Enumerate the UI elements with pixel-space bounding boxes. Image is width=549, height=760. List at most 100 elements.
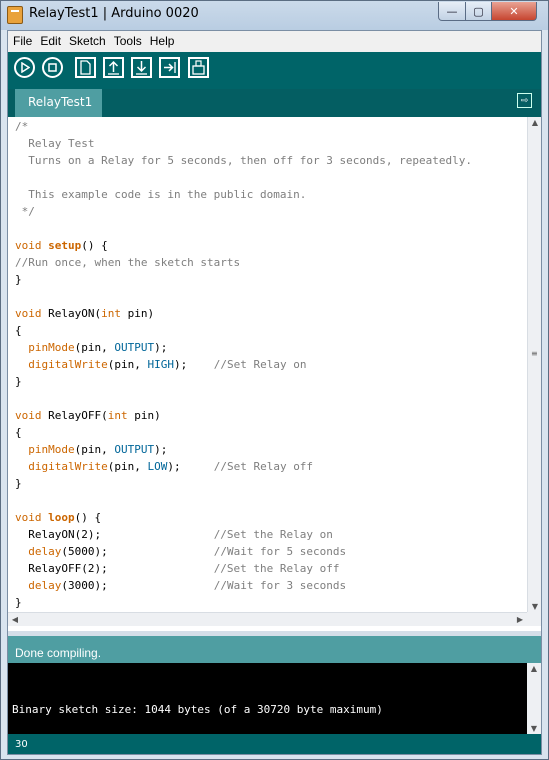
code-line[interactable]: delay(5000); //Wait for 5 seconds [15, 543, 527, 560]
menu-file[interactable]: File [9, 31, 36, 48]
code-token: () { [74, 511, 102, 524]
code-line[interactable]: void RelayOFF(int pin) [15, 407, 527, 424]
code-line[interactable]: pinMode(pin, OUTPUT); [15, 441, 527, 458]
code-line[interactable]: RelayOFF(2); //Set the Relay off [15, 560, 527, 577]
upload-button[interactable] [159, 57, 180, 78]
verify-icon [21, 62, 30, 73]
new-button[interactable] [75, 57, 96, 78]
code-line[interactable]: void loop() { [15, 509, 527, 526]
code-token: void [15, 239, 42, 252]
code-token: RelayOFF( [41, 409, 108, 422]
code-line[interactable]: RelayON(2); //Set the Relay on [15, 526, 527, 543]
code-line[interactable]: */ [15, 203, 527, 220]
code-line[interactable]: void setup() { [15, 237, 527, 254]
code-token: delay [28, 545, 62, 558]
maximize-button[interactable]: ▢ [465, 2, 492, 21]
title-bar[interactable]: RelayTest1 | Arduino 0020 — ▢ ✕ [1, 1, 548, 30]
code-line[interactable]: Turns on a Relay for 5 seconds, then off… [15, 152, 527, 169]
code-token: loop [48, 511, 75, 524]
serial-monitor-icon [192, 60, 205, 75]
code-token: () { [81, 239, 108, 252]
code-token: //Set Relay on [213, 358, 307, 371]
console-scroll-up-icon[interactable]: ▲ [527, 664, 541, 673]
code-line[interactable]: Relay Test [15, 135, 527, 152]
code-text[interactable]: /* Relay Test Turns on a Relay for 5 sec… [8, 117, 527, 611]
code-editor[interactable]: /* Relay Test Turns on a Relay for 5 sec… [8, 117, 527, 612]
code-line[interactable]: /* [15, 118, 527, 135]
code-token: */ [15, 205, 35, 218]
code-line[interactable] [15, 169, 527, 186]
code-line[interactable]: } [15, 594, 527, 611]
code-token: pinMode [28, 341, 75, 354]
stop-button[interactable] [42, 57, 63, 78]
code-line[interactable]: void RelayON(int pin) [15, 305, 527, 322]
verify-button[interactable] [14, 57, 35, 78]
code-token: (pin, [74, 341, 115, 354]
code-token: This example code is in the public domai… [15, 188, 307, 201]
code-line[interactable]: //Run once, when the sketch starts [15, 254, 527, 271]
code-token: int [107, 409, 128, 422]
code-token: (pin, [107, 358, 148, 371]
code-token: /* [15, 120, 29, 133]
scroll-down-icon[interactable]: ▼ [528, 602, 542, 611]
code-token: { [15, 426, 22, 439]
menu-help[interactable]: Help [146, 31, 179, 48]
minimize-button[interactable]: — [438, 2, 466, 21]
code-token: //Set the Relay on [213, 528, 333, 541]
code-token: } [15, 596, 22, 609]
open-button[interactable] [103, 57, 124, 78]
tab-relaytest1[interactable]: RelayTest1 [15, 89, 102, 117]
code-token: void [15, 307, 42, 320]
scroll-left-icon[interactable]: ◀ [8, 615, 22, 624]
save-button[interactable] [131, 57, 152, 78]
code-line[interactable]: } [15, 271, 527, 288]
code-line[interactable] [15, 492, 527, 509]
code-line[interactable] [15, 390, 527, 407]
code-token: pinMode [28, 443, 75, 456]
editor-vertical-scrollbar[interactable]: ▲ ≡ ▼ [527, 117, 541, 612]
code-token: Turns on a Relay for 5 seconds, then off… [15, 154, 472, 167]
editor-horizontal-scrollbar[interactable]: ◀ ▶ [8, 612, 527, 626]
code-token: setup [48, 239, 82, 252]
code-line[interactable]: { [15, 424, 527, 441]
code-line[interactable]: digitalWrite(pin, HIGH); //Set Relay on [15, 356, 527, 373]
code-token: RelayON( [41, 307, 102, 320]
main-frame: File Edit Sketch Tools Help RelayTest1 ⇨… [7, 30, 542, 755]
menu-sketch[interactable]: Sketch [65, 31, 110, 48]
console-output[interactable]: Binary sketch size: 1044 bytes (of a 307… [8, 663, 527, 734]
close-button[interactable]: ✕ [491, 2, 537, 21]
code-token: //Set Relay off [213, 460, 314, 473]
code-token: digitalWrite [28, 358, 108, 371]
code-token: } [15, 273, 22, 286]
close-icon: ✕ [509, 4, 519, 18]
console-scroll-down-icon[interactable]: ▼ [527, 724, 541, 733]
code-line[interactable]: This example code is in the public domai… [15, 186, 527, 203]
code-token: (pin, [107, 460, 148, 473]
code-line[interactable] [15, 288, 527, 305]
code-line[interactable]: { [15, 322, 527, 339]
status-bar: Done compiling. [8, 631, 541, 663]
serial-monitor-button[interactable] [188, 57, 209, 78]
code-line[interactable]: } [15, 475, 527, 492]
scroll-up-icon[interactable]: ▲ [528, 118, 542, 127]
console-vertical-scrollbar[interactable]: ▲ ▼ [527, 663, 541, 734]
menu-edit[interactable]: Edit [36, 31, 65, 48]
menu-bar: File Edit Sketch Tools Help [8, 31, 541, 52]
scroll-grip-icon[interactable]: ≡ [531, 350, 538, 358]
code-token: //Wait for 5 seconds [213, 545, 347, 558]
code-line[interactable]: } [15, 373, 527, 390]
code-line[interactable]: delay(3000); //Wait for 3 seconds [15, 577, 527, 594]
code-token: OUTPUT [114, 341, 155, 354]
line-number-indicator: 30 [8, 734, 541, 754]
scroll-right-icon[interactable]: ▶ [513, 615, 527, 624]
code-token: digitalWrite [28, 460, 108, 473]
code-line[interactable]: pinMode(pin, OUTPUT); [15, 339, 527, 356]
tab-menu-button[interactable]: ⇨ [517, 93, 532, 108]
code-line[interactable] [15, 220, 527, 237]
code-token: //Wait for 3 seconds [213, 579, 347, 592]
tab-bar: RelayTest1 ⇨ [8, 85, 541, 117]
menu-tools[interactable]: Tools [110, 31, 146, 48]
code-line[interactable]: digitalWrite(pin, LOW); //Set Relay off [15, 458, 527, 475]
